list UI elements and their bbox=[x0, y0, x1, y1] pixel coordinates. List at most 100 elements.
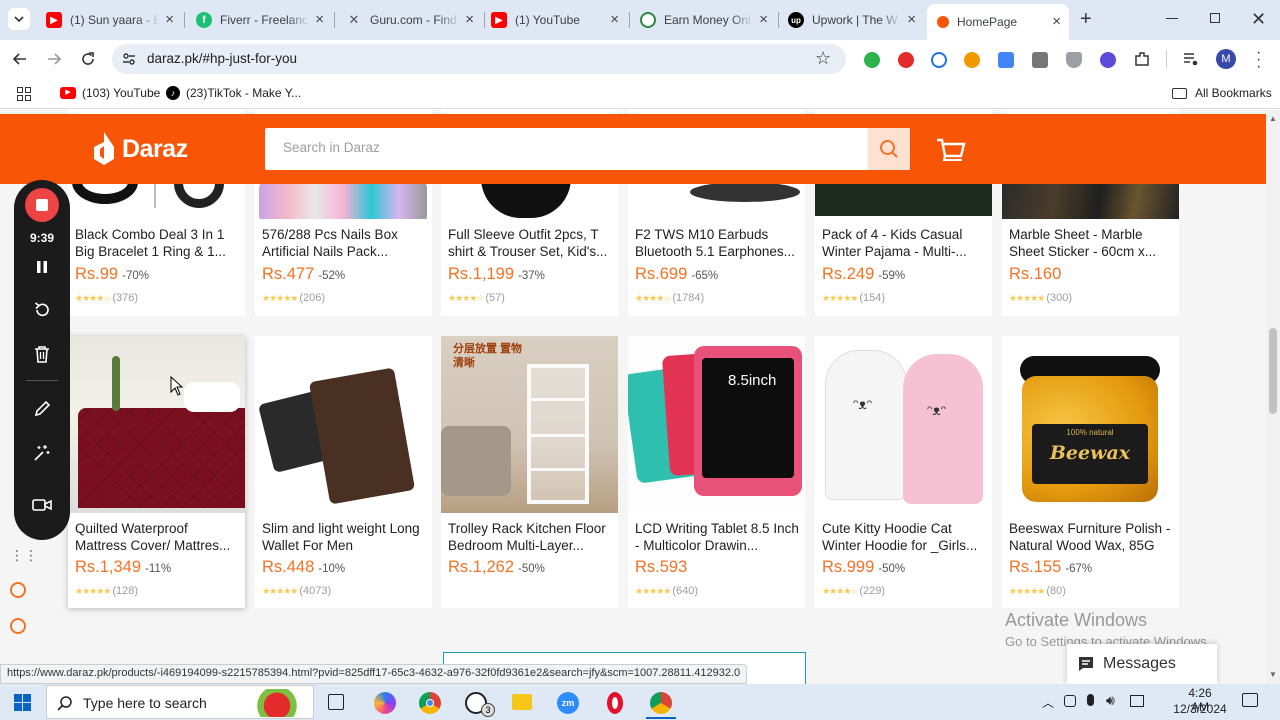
mouse-cursor bbox=[170, 376, 184, 396]
close-tab-icon[interactable]: × bbox=[165, 12, 174, 28]
product-card[interactable]: Quilted Waterproof Mattress Cover/ Mattr… bbox=[68, 336, 245, 608]
shield-icon[interactable] bbox=[1066, 52, 1082, 68]
extension-gray-icon[interactable] bbox=[1032, 52, 1048, 68]
daraz-favicon-icon bbox=[937, 16, 949, 28]
trash-icon bbox=[35, 346, 49, 363]
product-image bbox=[68, 336, 245, 513]
search-icon bbox=[57, 696, 72, 711]
address-bar[interactable]: daraz.pk/#hp-just-for-you ☆ bbox=[112, 44, 846, 74]
bookmark-star-icon[interactable]: ☆ bbox=[815, 48, 831, 69]
search-icon bbox=[880, 140, 898, 158]
close-tab-icon[interactable]: × bbox=[1052, 14, 1061, 30]
site-info-icon[interactable] bbox=[122, 52, 136, 66]
product-card[interactable]: ᵔᴥᵔ ᵔᴥᵔ Cute Kitty Hoodie Cat Winter Hoo… bbox=[815, 336, 992, 608]
extension-orange-icon[interactable] bbox=[964, 52, 980, 68]
product-card[interactable]: 8.5inch LCD Writing Tablet 8.5 Inch - Mu… bbox=[628, 336, 805, 608]
tab-guru[interactable]: ✕ Guru.com - Find × bbox=[336, 6, 482, 34]
tab-sun-yaara[interactable]: ▶ (1) Sun yaara - E × bbox=[36, 6, 182, 34]
minimize-button[interactable] bbox=[1166, 18, 1178, 19]
close-tab-icon[interactable]: × bbox=[465, 12, 474, 28]
tab-youtube[interactable]: ▶ (1) YouTube × bbox=[481, 6, 627, 34]
product-card[interactable]: Slim and light weight Long Wallet For Me… bbox=[255, 336, 432, 608]
tab-homepage[interactable]: HomePage × bbox=[927, 4, 1069, 40]
restart-button[interactable] bbox=[14, 301, 70, 319]
extension-red-icon[interactable] bbox=[898, 52, 914, 68]
tab-earn-money[interactable]: Earn Money Onl × bbox=[630, 6, 776, 34]
zoom-icon[interactable]: zm bbox=[557, 692, 579, 714]
close-window-button[interactable]: ✕ bbox=[1251, 9, 1266, 30]
new-tab-button[interactable]: + bbox=[1080, 8, 1092, 31]
browser-menu-icon[interactable]: · · · bbox=[1256, 45, 1261, 75]
cart-icon[interactable] bbox=[936, 138, 966, 164]
scrollbar-thumb[interactable] bbox=[1269, 328, 1277, 414]
search-highlight-icon bbox=[249, 689, 305, 717]
user-alt-side-icon[interactable] bbox=[10, 618, 26, 634]
bookmark-tiktok[interactable]: ♪ (23)TikTok - Make Y... bbox=[166, 86, 301, 100]
draw-button[interactable] bbox=[14, 400, 70, 418]
back-icon[interactable] bbox=[12, 51, 28, 67]
media-control-icon[interactable] bbox=[1183, 51, 1199, 67]
restore-button[interactable] bbox=[1210, 13, 1220, 23]
product-card[interactable]: 100% natural Beewax Beeswax Furniture Po… bbox=[1002, 336, 1179, 608]
close-tab-icon[interactable]: × bbox=[610, 12, 619, 28]
daraz-search-button[interactable] bbox=[868, 128, 910, 170]
tray-chevron-icon[interactable]: ︿ bbox=[1042, 694, 1054, 711]
scroll-down-arrow[interactable]: ▼ bbox=[1269, 670, 1277, 679]
pause-button[interactable] bbox=[14, 260, 70, 274]
tab-upwork[interactable]: up Upwork | The W × bbox=[778, 6, 924, 34]
translate-icon[interactable] bbox=[998, 52, 1014, 68]
network-icon[interactable] bbox=[1130, 695, 1144, 707]
close-tab-icon[interactable]: × bbox=[315, 12, 324, 28]
tab-strip: ▶ (1) Sun yaara - E × f Fiverr - Freelan… bbox=[0, 0, 1280, 40]
apps-grid-side-icon[interactable]: ⋮⋮ bbox=[10, 547, 38, 564]
delete-button[interactable] bbox=[14, 345, 70, 363]
bookmark-youtube[interactable]: ▶ (103) YouTube bbox=[60, 86, 160, 100]
windows-start-icon[interactable] bbox=[14, 694, 31, 711]
browser-toolbar: daraz.pk/#hp-just-for-you ☆ M · · · bbox=[0, 40, 1280, 78]
bookmarks-bar: ▶ (103) YouTube ♪ (23)TikTok - Make Y...… bbox=[0, 78, 1280, 109]
product-card[interactable]: 分层放置 置物清晰 Trolley Rack Kitchen Floor Bed… bbox=[441, 336, 618, 608]
extension-at-icon[interactable] bbox=[931, 52, 947, 68]
chrome-profile-icon[interactable] bbox=[650, 692, 672, 714]
reload-icon[interactable] bbox=[80, 51, 96, 67]
daraz-logo[interactable]: Daraz bbox=[92, 132, 188, 166]
close-tab-icon[interactable]: × bbox=[907, 12, 916, 28]
daraz-logo-icon bbox=[94, 132, 114, 165]
file-explorer-icon[interactable] bbox=[512, 694, 532, 710]
taskbar-date[interactable]: 12/3/2024 bbox=[1172, 702, 1228, 716]
copilot-icon[interactable] bbox=[374, 692, 396, 714]
microphone-icon[interactable] bbox=[1087, 694, 1094, 706]
active-app-indicator bbox=[646, 717, 676, 719]
product-image: ᵔᴥᵔ ᵔᴥᵔ bbox=[815, 336, 992, 513]
youtube-icon: ▶ bbox=[491, 12, 507, 28]
effects-button[interactable] bbox=[14, 444, 70, 462]
magic-wand-icon bbox=[34, 445, 50, 461]
forward-icon[interactable] bbox=[46, 51, 62, 67]
volume-icon[interactable]: 🔊︎ bbox=[1106, 692, 1115, 709]
url-text: daraz.pk/#hp-just-for-you bbox=[147, 51, 298, 66]
chevron-down-icon bbox=[14, 16, 24, 23]
extension-green-icon[interactable] bbox=[864, 52, 880, 68]
task-view-icon[interactable] bbox=[328, 694, 344, 710]
daraz-search-input[interactable]: Search in Daraz bbox=[265, 128, 869, 170]
pause-icon bbox=[37, 261, 47, 273]
messages-widget[interactable]: Messages bbox=[1067, 644, 1217, 684]
tab-fiverr[interactable]: f Fiverr - Freelanc × bbox=[186, 6, 332, 34]
tray-app-icon[interactable] bbox=[1064, 695, 1076, 707]
user-side-icon[interactable] bbox=[10, 582, 26, 598]
stop-recording-button[interactable] bbox=[14, 188, 70, 222]
profile-avatar[interactable]: M bbox=[1216, 49, 1236, 69]
taskbar-search[interactable]: Type here to search bbox=[46, 685, 314, 719]
close-tab-icon[interactable]: × bbox=[759, 12, 768, 28]
opera-icon[interactable] bbox=[607, 692, 623, 714]
webcam-button[interactable] bbox=[14, 498, 70, 512]
all-bookmarks[interactable]: All Bookmarks bbox=[1172, 86, 1272, 100]
scroll-up-arrow[interactable]: ▲ bbox=[1269, 114, 1277, 123]
extension-purple-icon[interactable] bbox=[1100, 52, 1116, 68]
apps-grid-icon[interactable] bbox=[17, 87, 31, 101]
page-scrollbar[interactable]: ▲ ▼ bbox=[1266, 110, 1280, 684]
tab-search-button[interactable] bbox=[8, 8, 30, 30]
puzzle-extensions-icon[interactable] bbox=[1133, 50, 1151, 68]
notification-icon[interactable] bbox=[1242, 693, 1258, 707]
daraz-header: Daraz Search in Daraz bbox=[0, 114, 1266, 184]
